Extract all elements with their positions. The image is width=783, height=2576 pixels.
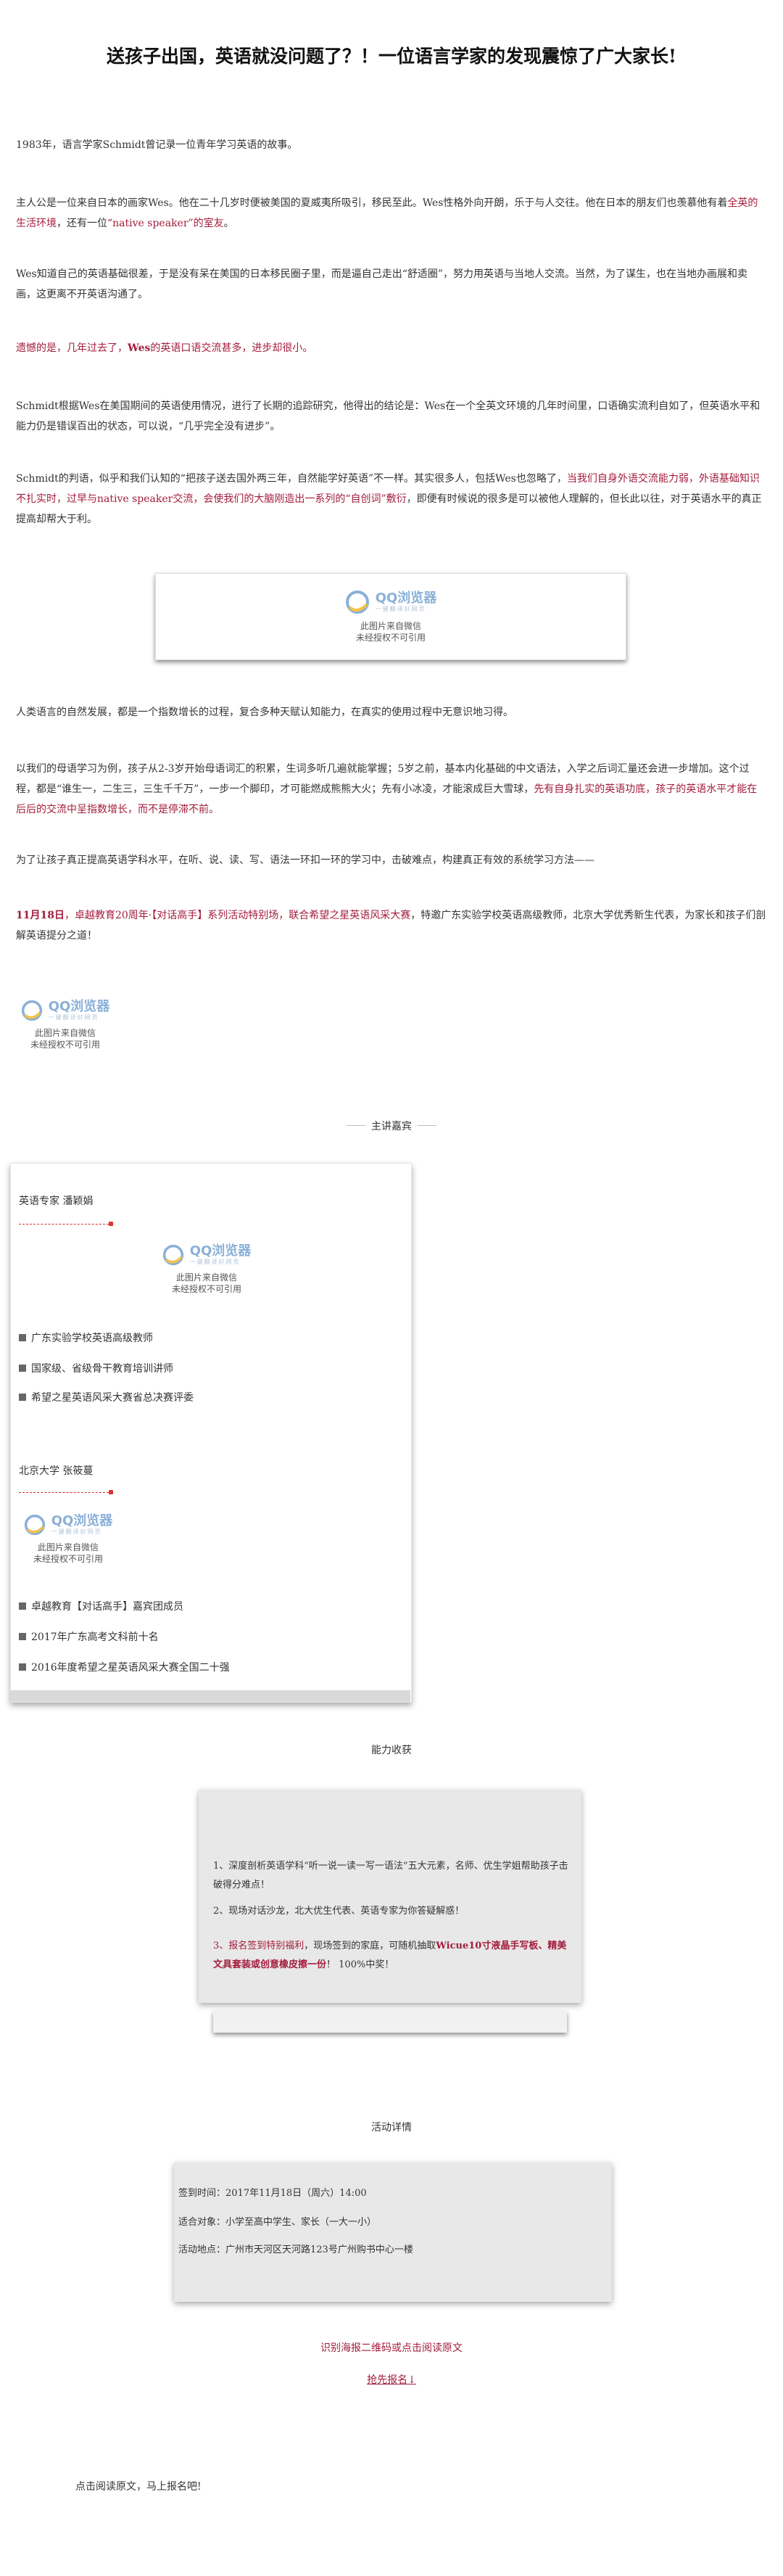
speaker-1-name: 英语专家 潘颖娟: [19, 1196, 94, 1207]
qq-browser-logo: QQ浏览器 一键翻译好网页: [345, 590, 437, 614]
bullet-square-icon: [19, 1334, 26, 1341]
gain-item-3-b: ，现场签到的家庭，可随机抽取: [304, 1941, 436, 1951]
detail-card: [174, 2163, 612, 2302]
paragraph-8: 以我们的母语学习为例，孩子从2-3岁开始母语词汇的积累，生词多听几遍就能掌握；5…: [16, 759, 767, 820]
paragraph-9: 为了让孩子真正提高英语学科水平，在听、说、读、写、语法一环扣一环的学习中，击破难…: [16, 855, 594, 866]
qq-browser-slogan: 一键翻译好网页: [375, 606, 426, 612]
image-2-caption-1: 此图片来自微信: [34, 1028, 96, 1038]
speaker-2-item-text: 卓越教育【对话高手】嘉宾团成员: [31, 1601, 183, 1613]
article-title: 送孩子出国，英语就没问题了？！一位语言学家的发现震惊了广大家长!: [107, 46, 676, 67]
gain-item-2: 2、现场对话沙龙，北大优生代表、英语专家为你答疑解惑！: [213, 1906, 465, 1917]
qq-browser-slogan-3: 一键翻译好网页: [189, 1259, 241, 1265]
gain-card-bar: [213, 2011, 567, 2033]
speaker-2-photo-caption-2: 未经授权不可引用: [33, 1554, 103, 1564]
paragraph-1: 1983年，语言学家Schmidt曾记录一位青年学习英语的故事。: [16, 139, 298, 151]
speaker-1-item: 希望之星英语风采大赛省总决赛评委: [19, 1390, 194, 1404]
cta-link-row: 抢先报名↓: [0, 2372, 783, 2387]
speaker-1-divider: [19, 1224, 109, 1225]
speaker-2-item: 2017年广东高考文科前十名: [19, 1629, 159, 1644]
bullet-square-icon: [19, 1663, 26, 1671]
speaker-2-item-text: 2016年度希望之星英语风采大赛全国二十强: [31, 1662, 230, 1674]
speaker-1-item-text: 希望之星英语风采大赛省总决赛评委: [31, 1392, 194, 1404]
speaker-1-item-text: 国家级、省级骨干教育培训讲师: [31, 1363, 173, 1375]
paragraph-2-text: 主人公是一位来自日本的画家Wes。他在二十几岁时便被美国的夏威夷所吸引，移民至此…: [16, 197, 728, 209]
image-2-caption-2: 未经授权不可引用: [30, 1040, 100, 1050]
image-caption-2: 未经授权不可引用: [355, 633, 426, 643]
speaker-1-photo: QQ浏览器 一键翻译好网页 此图片来自微信 未经授权不可引用: [145, 1233, 268, 1306]
speaker-2-item: 卓越教育【对话高手】嘉宾团成员: [19, 1599, 183, 1613]
cta-text: 识别海报二维码或点击阅读原文: [320, 2342, 463, 2354]
qq-browser-icon: [24, 1514, 45, 1536]
paragraph-4: 遗憾的是，几年过去了，Wes的英语口语交流甚多，进步却很小。: [16, 338, 767, 358]
signup-link[interactable]: 抢先报名↓: [367, 2374, 416, 2386]
speaker-2-photo-caption-1: 此图片来自微信: [37, 1542, 99, 1552]
qq-browser-brand-2: QQ浏览器: [48, 999, 110, 1014]
paragraph-4-wes: Wes: [128, 342, 151, 354]
qq-browser-brand-3: QQ浏览器: [189, 1243, 252, 1259]
speaker-1-item: 国家级、省级骨干教育培训讲师: [19, 1361, 173, 1375]
qq-browser-slogan-4: 一键翻译好网页: [51, 1528, 102, 1535]
speaker-1-photo-caption-1: 此图片来自微信: [175, 1272, 237, 1283]
speaker-2-item: 2016年度希望之星英语风采大赛全国二十强: [19, 1660, 230, 1674]
qq-browser-brand-4: QQ浏览器: [51, 1513, 113, 1528]
gain-item-3: 3、报名签到特别福利，现场签到的家庭，可随机抽取Wicue10寸液晶手写板、精美…: [213, 1937, 568, 1975]
bullet-square-icon: [19, 1394, 26, 1401]
event-date: 11月18日: [16, 910, 65, 921]
qq-browser-brand: QQ浏览器: [375, 590, 437, 606]
detail-audience: 适合对象：小学至高中学生、家长（一大一小）: [178, 2217, 377, 2228]
article-image-2: QQ浏览器 一键翻译好网页 此图片来自微信 未经授权不可引用: [16, 988, 115, 1062]
qq-browser-logo-4: QQ浏览器 一键翻译好网页: [24, 1513, 113, 1536]
bullet-square-icon: [19, 1633, 26, 1640]
section-heading-speakers-text: 主讲嘉宾: [371, 1120, 412, 1132]
paragraph-6: Schmidt的判语，似乎和我们认知的“把孩子送去国外两三年，自然能学好英语”不…: [16, 469, 767, 530]
gain-item-3-a: 3、报名签到特别福利: [213, 1941, 304, 1951]
bullet-square-icon: [19, 1365, 26, 1372]
paragraph-2-text-b: ，还有一位: [57, 218, 107, 229]
event-highlight: ，卓越教育20周年·【对话高手】系列活动特别场，联合希望之星英语风采大赛: [64, 910, 411, 921]
paragraph-2-end: 。: [223, 218, 234, 229]
speaker-1-item: 广东实验学校英语高级教师: [19, 1330, 153, 1345]
paragraph-6-a: Schmidt的判语，似乎和我们认知的“把孩子送去国外两三年，自然能学好英语”不…: [16, 473, 567, 485]
speaker-2-photo: QQ浏览器 一键翻译好网页 此图片来自微信 未经授权不可引用: [17, 1503, 119, 1576]
article-image-1: QQ浏览器 一键翻译好网页 此图片来自微信 未经授权不可引用: [155, 573, 626, 660]
paragraph-4-a: 遗憾的是，几年过去了，: [16, 342, 128, 354]
gain-item-1: 1、深度剖析英语学科“听一说一读一写一语法”五大元素，名师、优生学姐帮助孩子击破…: [213, 1861, 568, 1890]
speaker-1-divider-dot: [109, 1222, 113, 1226]
qq-browser-logo-3: QQ浏览器 一键翻译好网页: [162, 1243, 252, 1266]
qq-browser-icon: [345, 590, 369, 614]
detail-time: 签到时间：2017年11月18日（周六）14:00: [178, 2188, 367, 2199]
qq-browser-logo-2: QQ浏览器 一键翻译好网页: [21, 999, 110, 1021]
highlight-roommate: “native speaker”的室友: [107, 218, 224, 229]
paragraph-5: Schmidt根据Wes在美国期间的英语使用情况，进行了长期的追踪研究，他得出的…: [16, 400, 761, 432]
gain-item-3-d: ！ 100%中奖！: [326, 1959, 394, 1970]
speaker-1-photo-caption-2: 未经授权不可引用: [171, 1284, 241, 1294]
speaker-2-divider: [19, 1492, 109, 1493]
paragraph-10: 11月18日，卓越教育20周年·【对话高手】系列活动特别场，联合希望之星英语风采…: [16, 905, 767, 946]
section-heading-detail: 活动详情: [371, 2122, 412, 2133]
bullet-square-icon: [19, 1602, 26, 1610]
paragraph-7: 人类语言的自然发展，都是一个指数增长的过程，复合多种天赋认知能力，在真实的使用过…: [16, 707, 513, 718]
image-caption-1: 此图片来自微信: [360, 621, 421, 631]
detail-place: 活动地点：广州市天河区天河路123号广州购书中心一楼: [178, 2244, 413, 2255]
section-heading-speakers: 主讲嘉宾: [0, 1117, 783, 1133]
qq-browser-icon: [21, 1000, 42, 1021]
paragraph-2: 主人公是一位来自日本的画家Wes。他在二十几岁时便被美国的夏威夷所吸引，移民至此…: [16, 193, 767, 234]
qq-browser-icon: [162, 1244, 183, 1266]
speaker-2-item-text: 2017年广东高考文科前十名: [31, 1631, 159, 1643]
speaker-2-name: 北京大学 张筱蔓: [19, 1465, 94, 1477]
qq-browser-slogan-2: 一键翻译好网页: [48, 1014, 99, 1021]
paragraph-3: Wes知道自己的英语基础很差，于是没有呆在美国的日本移民圈子里，而是逼自己走出“…: [16, 268, 748, 300]
speaker-1-item-text: 广东实验学校英语高级教师: [31, 1333, 153, 1344]
speakers-card-footer: [10, 1690, 410, 1702]
section-heading-gain: 能力收获: [371, 1745, 412, 1756]
footer-text: 点击阅读原文，马上报名吧!: [75, 2481, 202, 2493]
paragraph-4-c: 的英语口语交流甚多，进步却很小。: [150, 342, 313, 354]
speaker-2-divider-dot: [109, 1490, 113, 1494]
